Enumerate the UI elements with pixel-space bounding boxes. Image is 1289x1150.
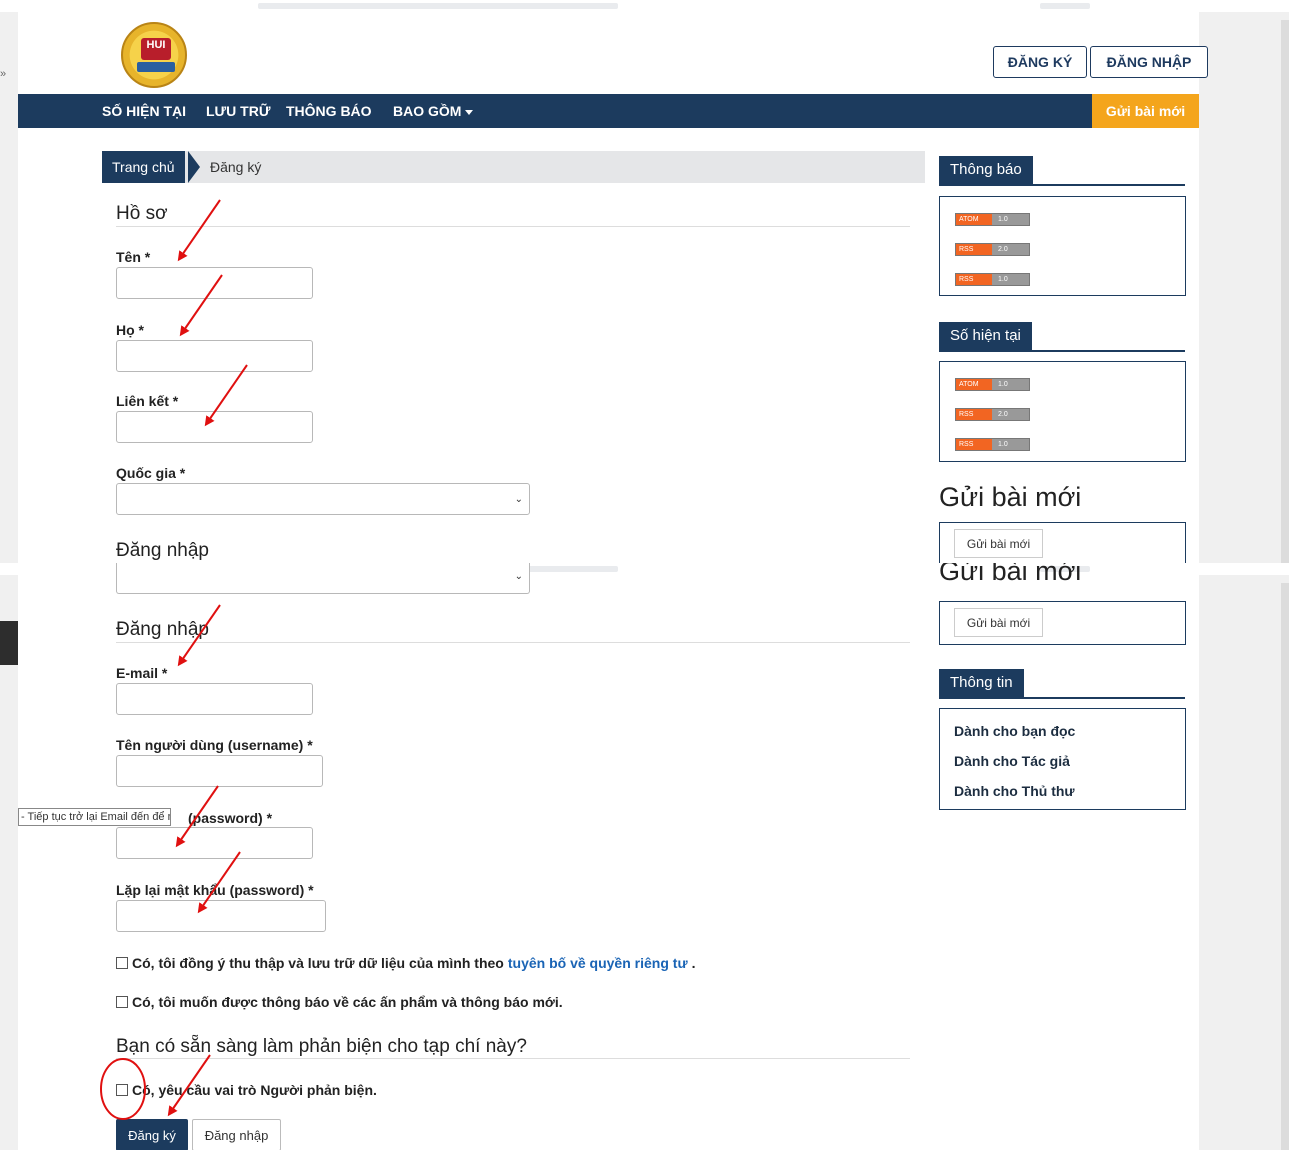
scrollbar[interactable] [1281,583,1289,1150]
announcements-feeds-box: ATOM 1.0 RSS 2.0 RSS 1.0 [939,196,1186,296]
rss2-feed-badge[interactable]: RSS 2.0 [955,243,1030,256]
nav-include-label: BAO GỒM [393,103,462,119]
nav-current-issue[interactable]: SỐ HIỆN TẠI [102,94,186,128]
section-divider [116,642,910,643]
screenshot-top: » HUI ĐĂNG KÝ ĐĂNG NHẬP SỐ HIỆN TẠI LƯU … [0,0,1289,563]
chevron-down-icon: ⌄ [514,494,523,505]
scrollbar[interactable] [1281,20,1289,563]
info-links-box: Dành cho bạn đọc Dành cho Tác giả Dành c… [939,708,1186,810]
reviewer-request-text: Có, yêu cầu vai trò Người phản biện. [132,1082,377,1098]
login-section-title-cut: Đăng nhập [116,540,209,561]
right-gutter [1199,12,1289,563]
caret-down-icon [465,109,474,115]
announcements-block-title: Thông báo [939,156,1033,184]
expand-icon[interactable]: » [0,68,6,80]
privacy-consent-suffix: . [691,955,696,971]
profile-section-title: Hồ sơ [116,203,168,224]
privacy-consent-text: Có, tôi đồng ý thu thập và lưu trữ dữ li… [132,955,504,971]
journal-logo[interactable]: HUI [121,22,187,88]
current-issue-block-header: Số hiện tại [939,322,1185,352]
nav-announcements[interactable]: THÔNG BÁO [286,94,372,128]
reviewer-request-checkbox[interactable] [116,1084,128,1096]
notification-consent-text: Có, tôi muốn được thông báo về các ấn ph… [132,994,563,1010]
first-name-input[interactable] [116,267,313,299]
privacy-consent-checkbox[interactable] [116,957,128,969]
info-block-header: Thông tin [939,669,1185,699]
rss1-feed-badge[interactable]: RSS 1.0 [955,273,1030,286]
login-link-button[interactable]: Đăng nhập [192,1119,281,1150]
breadcrumb-home[interactable]: Trang chủ [102,151,185,183]
main-navbar: SỐ HIỆN TẠI LƯU TRỮ THÔNG BÁO BAO GỒM Gử… [18,94,1199,128]
password-input[interactable] [116,827,313,859]
notification-consent-row: Có, tôi muốn được thông báo về các ấn ph… [116,994,563,1010]
section-divider [116,1058,910,1059]
tooltip: - Tiếp tục trở lại Email đến để n... [18,808,171,826]
affiliation-label: Liên kết * [116,393,179,409]
notification-consent-checkbox[interactable] [116,996,128,1008]
submit-block-title: Gửi bài mới [939,482,1082,512]
email-input[interactable] [116,683,313,715]
last-name-input[interactable] [116,340,313,372]
rss1-feed-badge[interactable]: RSS 1.0 [955,438,1030,451]
sidebar-submit-button[interactable]: Gửi bài mới [954,608,1043,637]
nav-include-dropdown[interactable]: BAO GỒM [393,94,474,128]
login-button[interactable]: ĐĂNG NHẬP [1090,46,1208,78]
logo-text: HUI [146,39,166,51]
username-label: Tên người dùng (username) * [116,737,313,753]
first-name-label: Tên * [116,249,151,265]
info-link-readers[interactable]: Dành cho bạn đọc [954,723,1075,739]
breadcrumb-arrow-icon [188,151,200,183]
left-gutter: » [0,12,18,563]
country-select-cut[interactable]: ⌄ [116,563,530,594]
sidebar-submit-button[interactable]: Gửi bài mới [954,529,1043,558]
register-button[interactable]: ĐĂNG KÝ [993,46,1087,78]
password-label: (password) * [188,810,273,826]
submit-block-title-cut: Gửi bài mới [939,563,1082,586]
repeat-password-label: Lặp lại mật khẩu (password) * [116,882,314,898]
current-issue-block-title: Số hiện tại [939,322,1032,350]
last-name-label: Họ * [116,322,144,338]
atom-feed-badge[interactable]: ATOM 1.0 [955,378,1030,391]
repeat-password-input[interactable] [116,900,326,932]
login-section-title: Đăng nhập [116,619,209,640]
current-issue-feeds-box: ATOM 1.0 RSS 2.0 RSS 1.0 [939,361,1186,462]
info-block-title: Thông tin [939,669,1024,697]
browser-chrome-strip [0,0,1289,12]
breadcrumb-current: Đăng ký [210,159,262,175]
info-link-authors[interactable]: Dành cho Tác giả [954,753,1070,769]
right-gutter [1199,575,1289,1150]
rss2-feed-badge[interactable]: RSS 2.0 [955,408,1030,421]
privacy-consent-row: Có, tôi đồng ý thu thập và lưu trữ dữ li… [116,955,695,971]
nav-archive[interactable]: LƯU TRỮ [206,94,270,128]
announcements-block-header: Thông báo [939,156,1185,186]
country-select[interactable]: ⌄ [116,483,530,515]
submit-new-button[interactable]: Gửi bài mới [1092,94,1199,128]
reviewer-section-title: Bạn có sẵn sàng làm phản biện cho tạp ch… [116,1036,527,1057]
country-label: Quốc gia * [116,465,186,481]
side-panel-tab[interactable] [0,621,18,665]
register-submit-button[interactable]: Đăng ký [116,1119,188,1150]
section-divider [116,226,910,227]
site-header: HUI ĐĂNG KÝ ĐĂNG NHẬP [18,12,1208,94]
chevron-down-icon: ⌄ [514,571,523,582]
affiliation-input[interactable] [116,411,313,443]
info-link-librarians[interactable]: Dành cho Thủ thư [954,783,1075,799]
username-input[interactable] [116,755,323,787]
privacy-statement-link[interactable]: tuyên bố về quyền riêng tư [508,955,688,971]
email-label: E-mail * [116,665,168,681]
atom-feed-badge[interactable]: ATOM 1.0 [955,213,1030,226]
breadcrumb: Trang chủ Đăng ký [102,151,925,183]
reviewer-request-row: Có, yêu cầu vai trò Người phản biện. [116,1082,377,1098]
